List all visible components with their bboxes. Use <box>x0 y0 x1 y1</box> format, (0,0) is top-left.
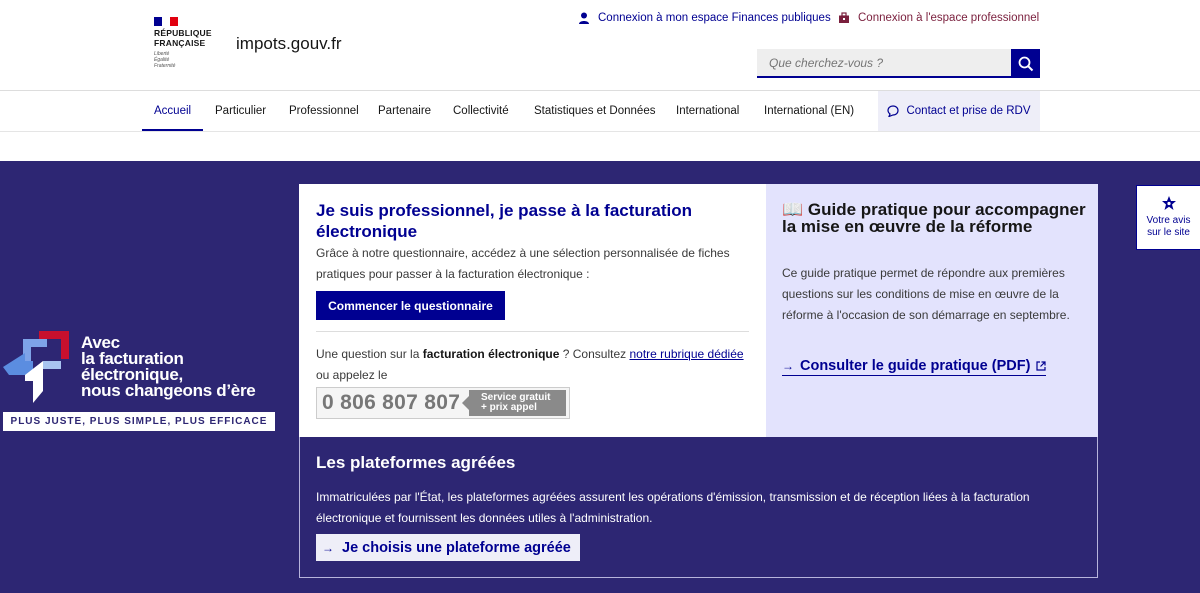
search-icon <box>1018 56 1033 71</box>
devise: Liberté Égalité Fraternité <box>154 51 176 69</box>
choose-platform-button[interactable]: → Je choisis une plateforme agréée <box>316 534 580 561</box>
guide-text: Ce guide pratique permet de répondre aux… <box>782 266 1070 322</box>
facturation-logo-icon <box>3 331 69 403</box>
republique-text: RÉPUBLIQUE FRANÇAISE <box>154 28 212 48</box>
nav-item-partenaire[interactable]: Partenaire <box>378 91 431 131</box>
facturation-electronique-brand: Avec la facturation électronique, nous c… <box>3 331 283 441</box>
choose-platform-label: Je choisis une plateforme agréée <box>342 539 571 556</box>
guide-link-label: Consulter le guide pratique (PDF) <box>800 358 1031 374</box>
nav-item-statistiques[interactable]: Statistiques et Données <box>534 91 655 131</box>
question-bold: facturation électronique <box>422 347 560 361</box>
republique-francaise-logo[interactable]: RÉPUBLIQUE FRANÇAISE Liberté Égalité Fra… <box>154 17 214 69</box>
phone-tag-line2: + prix appel <box>481 402 537 413</box>
guide-title-text: Guide pratique pour accompagner la mise … <box>782 200 1086 236</box>
card-text: Grâce à notre questionnaire, accédez à u… <box>316 246 730 281</box>
brand-slogan: PLUS JUSTE, PLUS SIMPLE, PLUS EFFICACE <box>3 412 275 431</box>
star-icon <box>1161 196 1176 210</box>
phone-number-badge[interactable]: 0 806 807 807 Service gratuit + prix app… <box>316 387 570 419</box>
start-questionnaire-button[interactable]: Commencer le questionnaire <box>316 291 505 320</box>
search-bar <box>757 49 1040 78</box>
question-text-1: Une question sur la <box>316 347 423 361</box>
card-title: Je suis professionnel, je passe à la fac… <box>316 201 693 241</box>
brand-title: Avec la facturation électronique, nous c… <box>81 333 256 400</box>
platforms-title: Les plateformes agréées <box>316 453 516 472</box>
search-input[interactable] <box>757 49 1011 78</box>
card-question: Une question sur la facturation électron… <box>316 344 746 385</box>
feedback-line1: Votre avis <box>1146 215 1191 226</box>
platforms-text: Immatriculées par l'État, les plateforme… <box>316 490 1030 525</box>
nav-item-international-en[interactable]: International (EN) <box>764 91 854 131</box>
platforms-section: Les plateformes agréées Immatriculées pa… <box>299 437 1098 578</box>
nav-item-particulier[interactable]: Particulier <box>215 91 266 131</box>
feedback-button[interactable]: Votre avis sur le site <box>1136 185 1200 250</box>
pro-login-link[interactable]: Connexion à l'espace professionnel <box>838 12 1039 24</box>
chat-bubble-icon <box>887 105 900 117</box>
contact-rdv-button[interactable]: Contact et prise de RDV <box>878 91 1040 131</box>
contact-rdv-label: Contact et prise de RDV <box>906 105 1031 117</box>
external-link-icon <box>1036 361 1047 371</box>
phone-pricing-tag: Service gratuit + prix appel <box>462 390 566 416</box>
finances-login-label: Connexion à mon espace Finances publique… <box>598 12 831 24</box>
pro-login-label: Connexion à l'espace professionnel <box>858 12 1040 24</box>
phone-number: 0 806 807 807 <box>322 391 461 414</box>
finances-login-link[interactable]: Connexion à mon espace Finances publique… <box>578 12 831 24</box>
arrow-right-icon: → <box>322 540 334 555</box>
feedback-line2: sur le site <box>1147 227 1190 238</box>
guide-title: 📖 Guide pratique pour accompagner la mis… <box>782 201 1087 235</box>
nav-item-collectivite[interactable]: Collectivité <box>453 91 509 131</box>
user-icon <box>579 12 589 24</box>
nav-item-accueil[interactable]: Accueil <box>142 91 204 131</box>
nav-item-international[interactable]: International <box>676 91 739 131</box>
question-text-2: ? Consultez <box>559 347 630 361</box>
site-header: RÉPUBLIQUE FRANÇAISE Liberté Égalité Fra… <box>0 0 1200 91</box>
site-name[interactable]: impots.gouv.fr <box>236 34 342 54</box>
divider <box>316 331 749 332</box>
search-button[interactable] <box>1011 49 1040 78</box>
nav-item-professionnel[interactable]: Professionnel <box>289 91 359 131</box>
guide-pdf-link[interactable]: → Consulter le guide pratique (PDF) <box>782 358 1047 376</box>
main-nav: Accueil Particulier Professionnel Parten… <box>0 91 1200 132</box>
rubrique-link[interactable]: notre rubrique dédiée <box>629 347 743 361</box>
guide-panel: 📖 Guide pratique pour accompagner la mis… <box>766 184 1098 437</box>
question-text-3: ou appelez le <box>316 367 388 382</box>
professional-card: Je suis professionnel, je passe à la fac… <box>299 184 766 437</box>
french-flag-icon <box>154 17 178 26</box>
arrow-right-icon: → <box>782 359 794 373</box>
briefcase-icon <box>839 12 849 23</box>
